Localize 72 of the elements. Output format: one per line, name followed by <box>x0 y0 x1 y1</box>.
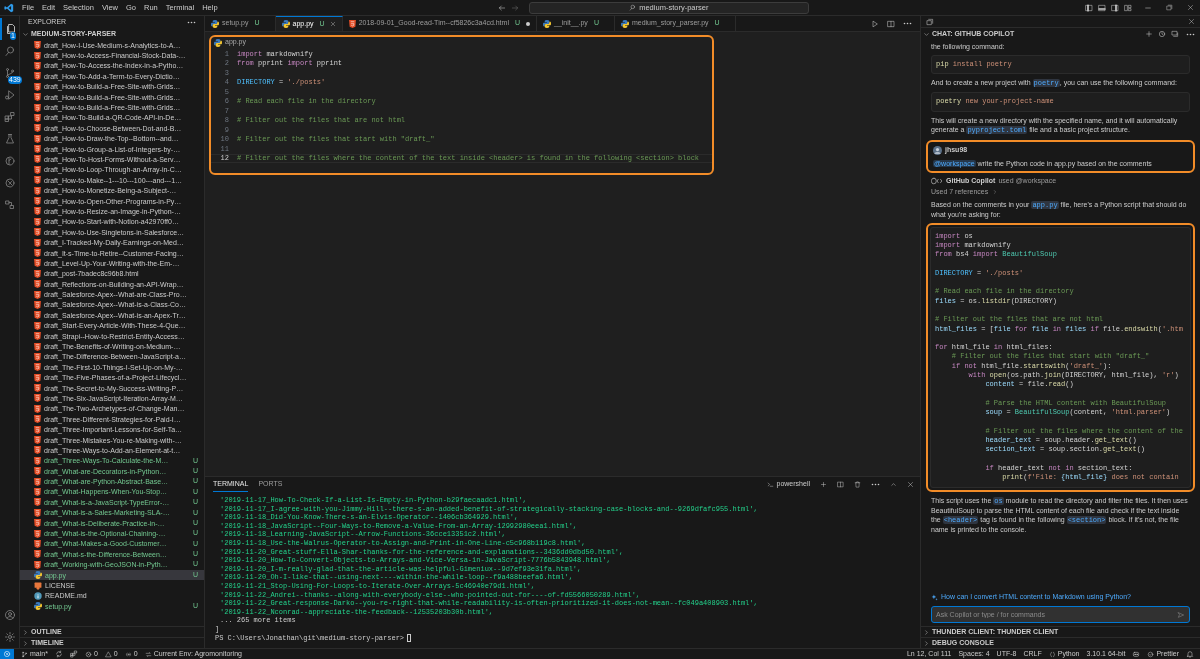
trash-icon[interactable] <box>854 481 861 488</box>
more-actions-icon[interactable] <box>1186 32 1195 36</box>
info-file-icon <box>34 591 42 600</box>
remote-button[interactable] <box>0 649 14 659</box>
extensions-icon[interactable] <box>69 650 78 658</box>
python-file-icon <box>620 19 629 28</box>
close-icon[interactable] <box>1187 4 1194 11</box>
chevron-icon[interactable] <box>923 628 930 636</box>
python-file-icon <box>34 602 42 611</box>
flask-icon[interactable] <box>3 133 16 145</box>
sparkle-icon <box>931 594 938 601</box>
chat-window-icon[interactable] <box>1171 30 1179 38</box>
settings-icon[interactable] <box>3 631 16 643</box>
chevron-icon <box>992 189 999 196</box>
history-icon[interactable] <box>1158 30 1166 38</box>
terminal-cursor <box>407 634 412 642</box>
close-icon[interactable] <box>907 481 914 488</box>
restore-icon[interactable] <box>1166 4 1173 11</box>
avatar <box>933 145 942 155</box>
html-file-icon <box>34 249 41 257</box>
python-file-icon <box>211 19 219 28</box>
run-debug-icon[interactable] <box>3 89 16 101</box>
copilot-icon[interactable] <box>1132 650 1141 658</box>
python-file-icon <box>543 19 551 28</box>
braces-icon <box>1048 650 1056 658</box>
more-actions-icon[interactable] <box>871 483 880 486</box>
check-circle-icon <box>1147 650 1155 658</box>
back-arrow-icon[interactable] <box>497 3 506 12</box>
chevron-icon[interactable] <box>923 639 930 647</box>
run-icon[interactable] <box>871 19 879 28</box>
broadcast-icon <box>124 650 132 658</box>
files-icon[interactable] <box>4 23 17 35</box>
error-icon <box>84 650 92 658</box>
terminal-icon <box>766 481 774 488</box>
bell-icon[interactable] <box>1186 650 1194 658</box>
split-editor-icon[interactable] <box>887 19 895 28</box>
account-icon[interactable] <box>3 609 16 621</box>
chevron-icon[interactable] <box>923 30 930 38</box>
app-logo-icon <box>4 2 14 13</box>
add-icon[interactable] <box>1145 30 1153 38</box>
customize-layout-icon[interactable] <box>1124 3 1132 12</box>
chevron-icon[interactable] <box>22 639 29 647</box>
branch-icon[interactable] <box>3 67 16 79</box>
split-terminal-icon[interactable] <box>837 481 844 488</box>
send-icon[interactable] <box>1177 610 1185 619</box>
shapes-icon[interactable] <box>3 199 16 211</box>
close-icon[interactable] <box>329 21 336 27</box>
chat-view-icon[interactable] <box>926 17 934 26</box>
sync-icon[interactable] <box>54 650 63 658</box>
html-file-icon <box>348 19 356 28</box>
python-file-icon <box>281 20 290 28</box>
python-file-icon <box>214 38 222 47</box>
chevron-icon[interactable] <box>22 31 29 38</box>
license-file-icon <box>34 581 42 590</box>
close-icon[interactable] <box>1188 18 1195 25</box>
toggle-secondary-sidebar-icon[interactable] <box>1111 3 1119 12</box>
maximize-panel-icon[interactable] <box>890 481 897 488</box>
search-icon[interactable] <box>3 45 16 57</box>
chevron-icon[interactable] <box>22 628 29 636</box>
python-file-icon <box>34 571 42 580</box>
more-actions-icon[interactable] <box>187 21 196 24</box>
toggle-sidebar-icon[interactable] <box>1085 3 1093 12</box>
toggle-panel-icon[interactable] <box>1098 3 1106 12</box>
extensions-icon[interactable] <box>3 111 16 123</box>
html-file-icon <box>34 488 41 496</box>
add-icon[interactable] <box>820 481 827 488</box>
branch-icon <box>21 650 28 658</box>
warning-icon <box>104 650 112 658</box>
search-icon <box>629 4 637 11</box>
copilot-icon <box>931 177 943 186</box>
more-actions-icon[interactable] <box>903 22 912 25</box>
swap-icon <box>144 650 152 658</box>
